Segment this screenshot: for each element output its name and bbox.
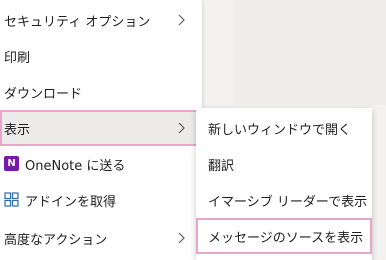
menu-item-label: セキュリティ オプション — [4, 14, 151, 30]
chevron-right-icon — [178, 14, 185, 26]
menu-item-view[interactable]: 表示 — [0, 110, 202, 146]
submenu-item-label: メッセージのソースを表示 — [208, 230, 364, 246]
submenu-item-translate[interactable]: 翻訳 — [196, 146, 372, 182]
menu-item-print[interactable]: 印刷 — [0, 38, 202, 74]
menu-item-label: OneNote に送る — [25, 158, 126, 174]
submenu-item-label: 新しいウィンドウで開く — [208, 122, 352, 138]
menu-item-label: ダウンロード — [4, 86, 83, 102]
submenu-item-open-new-window[interactable]: 新しいウィンドウで開く — [196, 110, 372, 146]
menu-item-label: 高度なアクション — [4, 232, 108, 248]
menu-item-label: 表示 — [4, 122, 31, 138]
menu-item-get-addins[interactable]: アドインを取得 — [0, 182, 202, 218]
addin-grid-icon — [4, 192, 19, 207]
submenu-item-view-message-source[interactable]: メッセージのソースを表示 — [196, 218, 372, 254]
onenote-icon: N — [4, 156, 19, 171]
submenu-item-immersive-reader[interactable]: イマーシブ リーダーで表示 — [196, 182, 372, 218]
menu-item-label: 印刷 — [4, 50, 31, 66]
menu-item-advanced-actions[interactable]: 高度なアクション — [0, 220, 202, 256]
context-menu: セキュリティ オプション 印刷 ダウンロード 表示 N OneNote に送る … — [0, 0, 202, 260]
submenu-item-label: 翻訳 — [208, 158, 235, 174]
chevron-right-icon — [178, 122, 185, 134]
menu-item-security-options[interactable]: セキュリティ オプション — [0, 2, 202, 38]
menu-item-label: アドインを取得 — [25, 194, 117, 210]
view-submenu: 新しいウィンドウで開く 翻訳 イマーシブ リーダーで表示 メッセージのソースを表… — [196, 108, 372, 260]
menu-item-download[interactable]: ダウンロード — [0, 74, 202, 110]
chevron-right-icon — [178, 232, 185, 244]
menu-item-send-to-onenote[interactable]: N OneNote に送る — [0, 146, 202, 182]
submenu-item-label: イマーシブ リーダーで表示 — [208, 194, 368, 210]
background-panel-inner — [234, 0, 386, 105]
